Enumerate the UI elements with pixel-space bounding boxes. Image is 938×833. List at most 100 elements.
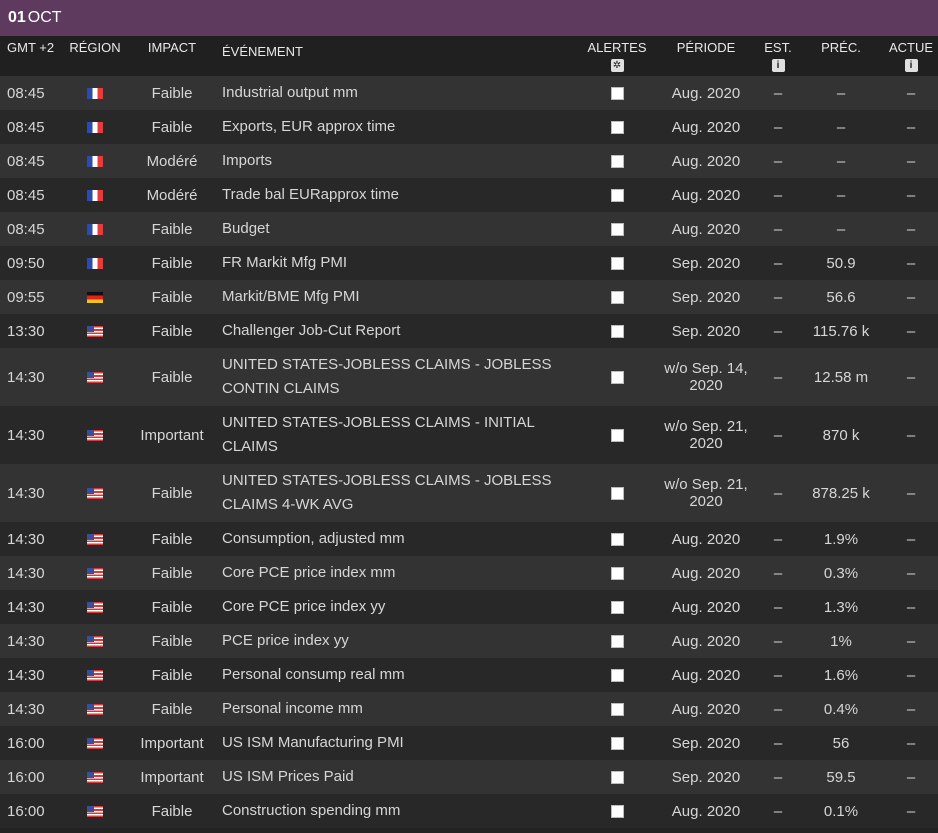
table-row[interactable]: 08:45 Faible Exports, EUR approx time Aug. … xyxy=(0,110,938,144)
col-region-header[interactable]: RÉGION xyxy=(62,36,128,76)
alert-checkbox[interactable] xyxy=(610,223,624,237)
event-name[interactable]: Core PCE price index mm xyxy=(216,561,580,585)
event-name[interactable]: UNITED STATES-JOBLESS CLAIMS - INITIAL C… xyxy=(216,411,580,459)
alert-cell xyxy=(580,369,654,386)
event-name[interactable]: PCE price index yy xyxy=(216,629,580,653)
table-row[interactable]: 08:45 Modéré Trade bal EURapprox time Aug. … xyxy=(0,178,938,212)
col-time-header[interactable]: GMT +2 xyxy=(0,36,62,76)
event-name[interactable]: Consumption, adjusted mm xyxy=(216,527,580,551)
alert-checkbox[interactable] xyxy=(610,771,624,785)
event-name[interactable]: Personal consump real mm xyxy=(216,663,580,687)
table-row[interactable]: 14:30 Faible Personal consump real mm Aug. … xyxy=(0,658,938,692)
table-row[interactable]: 09:55 Faible Markit/BME Mfg PMI Sep. 2020 – 5… xyxy=(0,280,938,314)
event-name[interactable]: US ISM Manufacturing PMI xyxy=(216,731,580,755)
table-row[interactable]: 16:00 Important US ISM Prices Paid Sep. 202… xyxy=(0,760,938,794)
alert-checkbox[interactable] xyxy=(610,291,624,305)
event-est: – xyxy=(773,530,783,548)
table-row[interactable]: 13:30 Faible Challenger Job-Cut Report Sep.… xyxy=(0,314,938,348)
event-est: – xyxy=(773,152,783,170)
event-est: – xyxy=(773,426,783,444)
table-row[interactable]: 08:45 Faible Industrial output mm Aug. 2020… xyxy=(0,76,938,110)
alert-checkbox[interactable] xyxy=(610,371,624,385)
event-name[interactable]: UNITED STATES-JOBLESS CLAIMS - JOBLESS C… xyxy=(216,469,580,517)
event-impact: Faible xyxy=(151,666,193,684)
alert-checkbox[interactable] xyxy=(610,257,624,271)
event-period: Aug. 2020 xyxy=(671,186,741,204)
region-flag xyxy=(62,633,128,650)
event-est: – xyxy=(773,632,783,650)
region-flag xyxy=(62,701,128,718)
alert-checkbox[interactable] xyxy=(610,635,624,649)
table-row[interactable]: 14:30 Important UNITED STATES-JOBLESS CLAI… xyxy=(0,406,938,464)
event-prec: 56.6 xyxy=(826,288,856,306)
alert-checkbox[interactable] xyxy=(610,487,624,501)
info-icon[interactable]: i xyxy=(771,59,785,72)
event-prec: – xyxy=(836,186,846,204)
event-time: 14:30 xyxy=(7,564,45,582)
info-icon[interactable]: i xyxy=(904,59,918,72)
event-name[interactable]: Markit/BME Mfg PMI xyxy=(216,285,580,309)
event-name[interactable]: Core PCE price index yy xyxy=(216,595,580,619)
alert-checkbox[interactable] xyxy=(610,669,624,683)
table-row[interactable]: 14:30 Faible Core PCE price index mm Aug. 2… xyxy=(0,556,938,590)
table-row[interactable]: 14:30 Faible Personal income mm Aug. 2020 – 0… xyxy=(0,692,938,726)
alert-checkbox[interactable] xyxy=(610,805,624,819)
alert-checkbox[interactable] xyxy=(610,737,624,751)
event-est: – xyxy=(773,564,783,582)
event-impact: Faible xyxy=(151,254,193,272)
col-prec-header[interactable]: PRÉC. xyxy=(798,36,884,76)
event-name[interactable]: Budget xyxy=(216,217,580,241)
event-prec: – xyxy=(836,152,846,170)
alert-checkbox[interactable] xyxy=(610,703,624,717)
alert-checkbox[interactable] xyxy=(610,429,624,443)
table-row[interactable]: 14:30 Faible UNITED STATES-JOBLESS CLAIMS … xyxy=(0,348,938,406)
col-actual-label: ACTUE xyxy=(888,40,934,55)
table-row[interactable]: 09:50 Faible FR Markit Mfg PMI Sep. 2020 – 50… xyxy=(0,246,938,280)
gear-icon[interactable]: ✲ xyxy=(610,59,624,72)
flag-fr-icon xyxy=(87,224,103,236)
col-period-header[interactable]: PÉRIODE xyxy=(654,36,758,76)
event-impact: Important xyxy=(140,734,204,752)
alert-checkbox[interactable] xyxy=(610,325,624,339)
event-impact: Faible xyxy=(151,368,193,386)
event-name[interactable]: FR Markit Mfg PMI xyxy=(216,251,580,275)
event-name[interactable]: Exports, EUR approx time xyxy=(216,115,580,139)
alert-checkbox[interactable] xyxy=(610,189,624,203)
alert-checkbox[interactable] xyxy=(610,567,624,581)
event-name[interactable]: Trade bal EURapprox time xyxy=(216,183,580,207)
event-name[interactable]: Imports xyxy=(216,149,580,173)
event-name[interactable]: US ISM Prices Paid xyxy=(216,765,580,789)
col-impact-header[interactable]: IMPACT xyxy=(128,36,216,76)
event-name[interactable]: Industrial output mm xyxy=(216,81,580,105)
event-prec: 878.25 k xyxy=(812,484,870,502)
table-row[interactable]: 14:30 Faible PCE price index yy Aug. 2020 – 1… xyxy=(0,624,938,658)
event-actual: – xyxy=(906,426,916,444)
alert-cell xyxy=(580,667,654,684)
table-row[interactable]: 08:45 Faible Budget Aug. 2020 – – – xyxy=(0,212,938,246)
alert-checkbox[interactable] xyxy=(610,87,624,101)
event-name[interactable]: UNITED STATES-JOBLESS CLAIMS - JOBLESS C… xyxy=(216,353,580,401)
event-name[interactable]: Construction spending mm xyxy=(216,799,580,823)
event-est: – xyxy=(773,802,783,820)
table-row[interactable]: 16:00 Important US ISM Manufacturing PMI Se… xyxy=(0,726,938,760)
table-row[interactable]: 14:30 Faible UNITED STATES-JOBLESS CLAIMS … xyxy=(0,464,938,522)
alert-checkbox[interactable] xyxy=(610,121,624,135)
col-event-header[interactable]: ÉVÉNEMENT xyxy=(216,36,580,76)
table-row[interactable]: 16:00 Faible Construction spending mm Aug. … xyxy=(0,794,938,828)
event-time: 16:00 xyxy=(7,734,45,752)
alert-checkbox[interactable] xyxy=(610,533,624,547)
flag-us-icon xyxy=(87,806,103,818)
table-row[interactable]: 08:45 Modéré Imports Aug. 2020 – – – xyxy=(0,144,938,178)
table-row[interactable]: 14:30 Faible Core PCE price index yy Aug. 2… xyxy=(0,590,938,624)
event-name[interactable]: Challenger Job-Cut Report xyxy=(216,319,580,343)
region-flag xyxy=(62,289,128,306)
alert-checkbox[interactable] xyxy=(610,155,624,169)
alert-checkbox[interactable] xyxy=(610,601,624,615)
event-period: Aug. 2020 xyxy=(671,598,741,616)
event-impact: Faible xyxy=(151,802,193,820)
alert-cell xyxy=(580,735,654,752)
event-impact: Modéré xyxy=(146,186,198,204)
table-row[interactable]: 14:30 Faible Consumption, adjusted mm Aug. … xyxy=(0,522,938,556)
event-name[interactable]: Personal income mm xyxy=(216,697,580,721)
event-period: w/o Sep. 21, 2020 xyxy=(664,476,748,510)
